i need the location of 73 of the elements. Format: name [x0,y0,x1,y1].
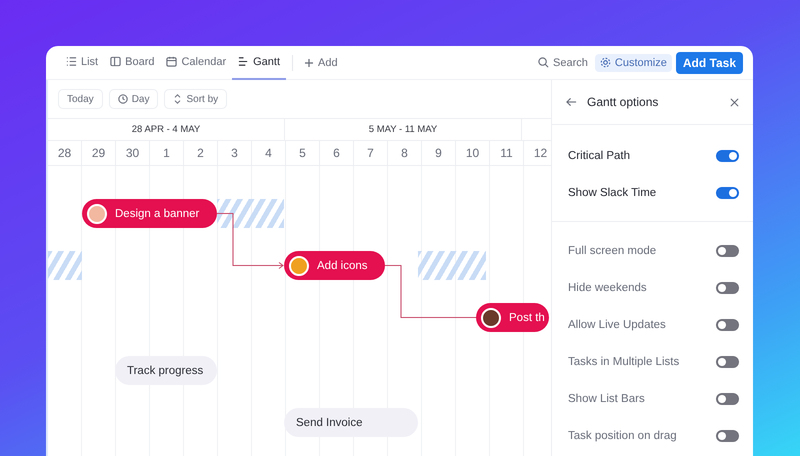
toggle-switch[interactable] [716,318,739,330]
plus-icon [304,58,314,68]
toolbar-control[interactable]: Today [58,89,103,109]
day-header: 4 [252,141,286,165]
day-header: 11 [490,141,524,165]
task-bar[interactable]: Track progress [115,356,217,385]
option-label: Task position on drag [568,430,677,442]
calendar-icon [166,56,178,67]
avatar [87,204,107,224]
slack-time-hatch [48,251,82,280]
option-label: Allow Live Updates [568,318,666,330]
option-label: Tasks in Multiple Lists [568,356,680,368]
day-header: 10 [456,141,490,165]
view-tab[interactable]: Board [104,46,160,80]
day-header: 3 [218,141,252,165]
toggle-switch[interactable] [716,430,739,442]
option-label: Show List Bars [568,392,645,404]
view-tab[interactable]: List [60,46,104,80]
day-header: 12 [524,141,551,165]
dependency-arrow [216,213,284,269]
toggle-switch[interactable] [716,186,739,198]
toolbar-control[interactable]: Sort by [164,89,228,109]
task-bar[interactable]: Post th [476,303,549,332]
add-task-button[interactable]: Add Task [676,52,743,74]
avatar [289,256,309,276]
option-label: Full screen mode [568,244,656,256]
slack-time-hatch [418,251,486,280]
week-header: 28 APR - 4 MAY [48,119,285,140]
week-header: 5 MAY - 11 MAY [285,119,522,140]
back-arrow-icon[interactable] [566,97,577,107]
day-header: 2 [184,141,218,165]
avatar [481,308,501,328]
task-bar[interactable]: Design a banner [82,199,217,228]
toggle-switch[interactable] [716,392,739,404]
task-label: Post th [509,312,545,324]
task-label: Design a banner [115,208,200,220]
toggle-switch[interactable] [716,150,739,162]
add-view-button[interactable]: Add [299,54,343,72]
toolbar-control[interactable]: Day [108,89,158,109]
close-icon[interactable] [730,98,739,106]
sort-icon [173,94,182,104]
settings-icon [600,57,611,68]
panel-title: Gantt options [587,95,660,109]
slack-time-hatch [217,199,284,228]
clock-icon [118,94,128,104]
task-label: Add icons [317,260,368,272]
day-header: 29 [82,141,116,165]
option-label: Critical Path [568,150,630,162]
task-bar[interactable]: Send Invoice [284,408,418,437]
day-header: 8 [388,141,422,165]
day-header: 28 [48,141,82,165]
search-button[interactable]: Search [533,54,593,72]
list-icon [66,56,77,67]
toggle-switch[interactable] [716,282,739,294]
task-label: Track progress [127,364,204,376]
day-header: 6 [320,141,354,165]
customize-button[interactable]: Customize [594,54,672,72]
day-header: 9 [422,141,456,165]
view-tab[interactable]: Calendar [160,46,232,80]
toggle-switch[interactable] [716,244,739,256]
task-bar[interactable]: Add icons [284,251,385,280]
option-label: Show Slack Time [568,186,656,198]
day-header: 5 [286,141,320,165]
board-icon [110,56,122,67]
search-icon [538,57,550,68]
option-label: Hide weekends [568,282,647,294]
task-label: Send Invoice [296,416,362,428]
day-header: 7 [354,141,388,165]
day-header: 1 [150,141,184,165]
day-header: 30 [116,141,150,165]
toggle-switch[interactable] [716,356,739,368]
view-tab[interactable]: Gantt [232,46,286,80]
gantt-icon [238,56,250,67]
